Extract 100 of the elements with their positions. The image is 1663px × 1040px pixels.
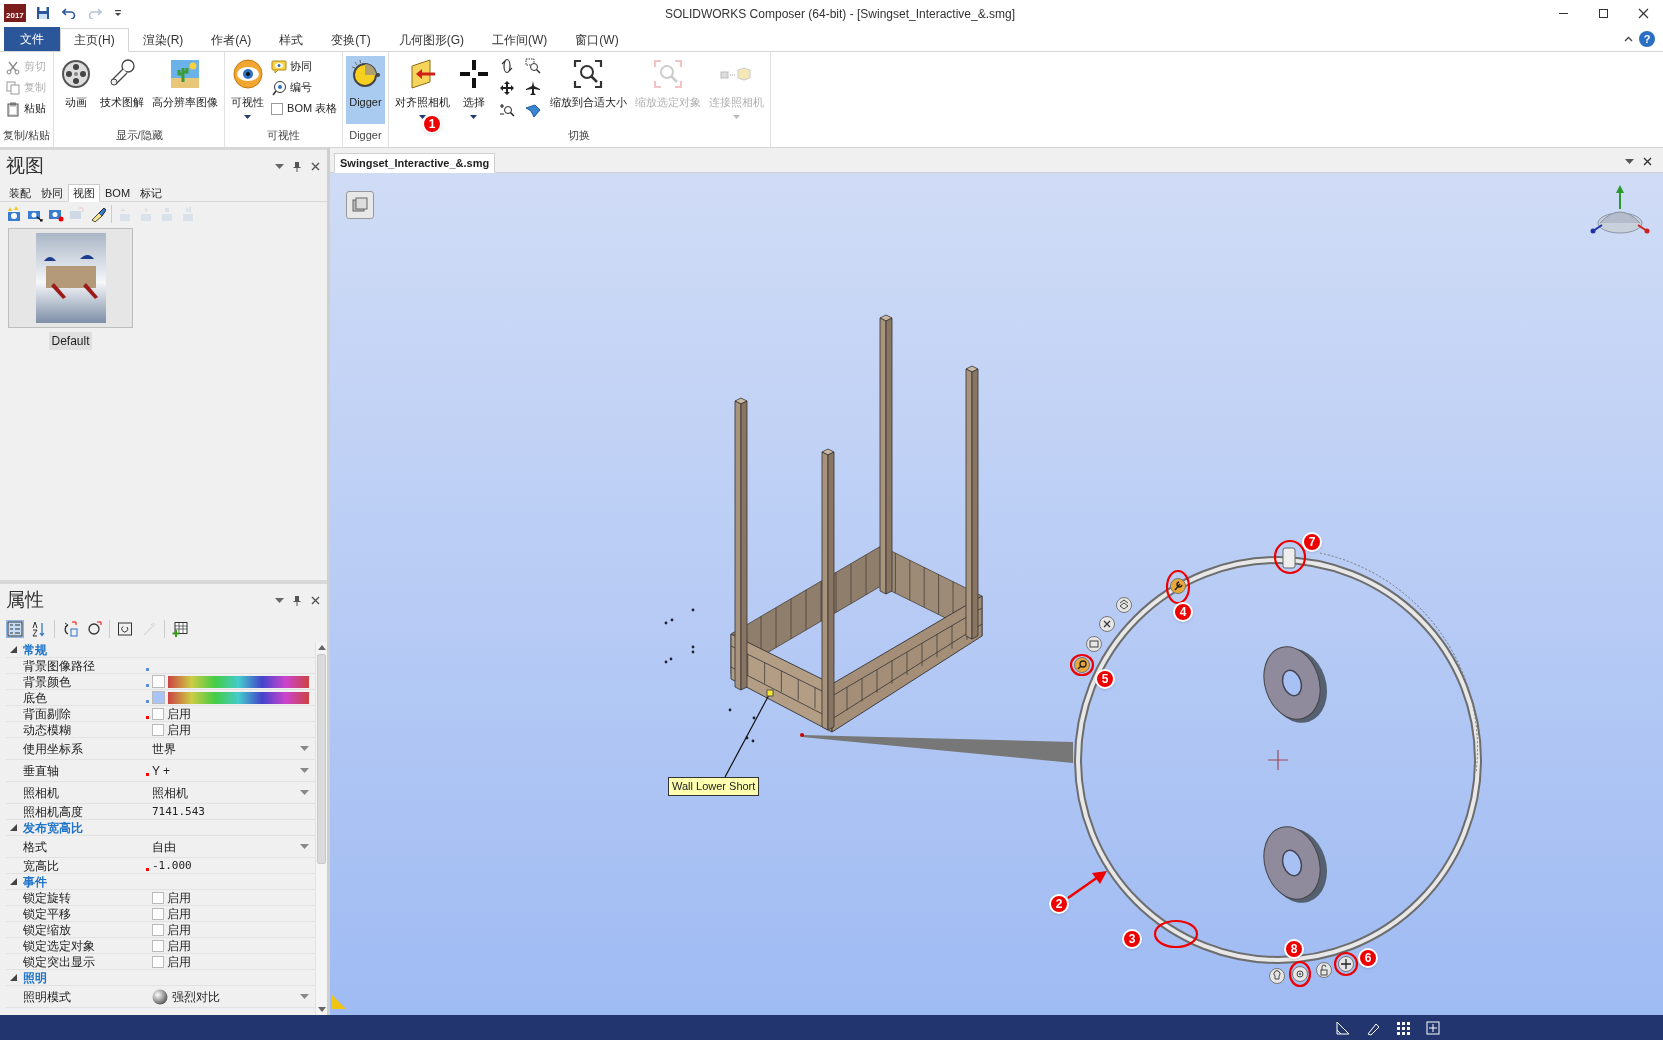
ribbon-tab[interactable]: 主页(H) — [60, 28, 129, 52]
wrench-button[interactable] — [1170, 578, 1186, 594]
panel-tab[interactable]: BOM — [100, 184, 136, 202]
dropdown-field[interactable]: 照相机 — [152, 782, 309, 803]
lock-button[interactable] — [1316, 962, 1332, 978]
checkbox-label: 启用 — [167, 939, 191, 952]
checkbox[interactable] — [152, 907, 164, 920]
landscape-image-icon — [169, 58, 202, 90]
color-swatch[interactable] — [152, 691, 165, 704]
close-button[interactable] — [1099, 616, 1115, 632]
toolbar-button[interactable] — [90, 206, 106, 222]
ribbon-tab[interactable]: 窗口(W) — [561, 28, 633, 52]
view-thumbnail[interactable] — [8, 228, 133, 328]
color-spectrum-bar[interactable] — [168, 691, 309, 704]
color-swatch[interactable] — [152, 675, 165, 688]
ribbon-button[interactable]: 高分辨率图像 — [149, 56, 222, 124]
expanded-triangle-icon[interactable] — [10, 824, 17, 831]
caret-icon — [244, 114, 252, 119]
checkbox[interactable] — [152, 955, 164, 968]
checkbox[interactable] — [152, 939, 164, 952]
checkbox-label: 启用 — [167, 707, 191, 720]
add-button[interactable] — [1338, 956, 1354, 972]
ribbon-tab[interactable]: 渲染(R) — [128, 28, 198, 52]
checkbox[interactable] — [152, 891, 164, 904]
copy-icon — [5, 79, 21, 96]
checkbox[interactable] — [271, 102, 284, 115]
pan-icon — [498, 80, 515, 96]
dropdown-field[interactable]: Y + — [152, 760, 309, 781]
checkbox-label: 启用 — [167, 891, 191, 904]
target-button[interactable] — [1292, 966, 1308, 982]
document-menu-button[interactable] — [1625, 156, 1635, 166]
checkbox[interactable] — [152, 923, 164, 936]
ribbon-tab[interactable]: 样式 — [265, 28, 318, 52]
ribbon-button[interactable]: 协同 — [269, 56, 340, 77]
panel-tab[interactable]: 协同 — [36, 184, 68, 202]
toolbar-button[interactable] — [522, 56, 543, 76]
panel-tab[interactable]: 标记 — [135, 184, 168, 202]
checkbox[interactable] — [152, 723, 164, 736]
caret-icon — [470, 114, 478, 119]
ribbon-button[interactable]: Digger — [346, 56, 385, 124]
panel-tab[interactable]: 视图 — [68, 184, 100, 202]
ribbon-tab[interactable]: 变换(T) — [317, 28, 385, 52]
ribbon-button[interactable]: 可视性 — [228, 56, 268, 124]
view-options-button[interactable] — [346, 191, 374, 219]
panel-menu-button[interactable] — [275, 161, 285, 171]
toolbar-button[interactable] — [171, 620, 189, 638]
part-label: Wall Lower Short — [668, 777, 760, 796]
chevron-up-icon — [1623, 36, 1633, 42]
color-spectrum-bar[interactable] — [168, 675, 309, 688]
caret-icon — [1625, 158, 1634, 164]
expanded-triangle-icon[interactable] — [10, 646, 17, 653]
caret-icon — [275, 163, 284, 169]
search-button[interactable] — [1074, 657, 1090, 673]
close-button[interactable] — [311, 595, 321, 605]
bulb-button[interactable] — [1269, 968, 1285, 984]
checkbox[interactable] — [152, 707, 164, 720]
toolbar-button[interactable] — [85, 620, 103, 638]
caret-icon — [113, 9, 122, 17]
panel-tab[interactable]: 装配 — [4, 184, 36, 202]
pin-button[interactable] — [293, 594, 303, 606]
ribbon-button[interactable]: 粘贴 — [3, 98, 48, 119]
ribbon-button[interactable]: 动画 — [57, 56, 96, 124]
ribbon-button[interactable]: 选择 — [454, 56, 493, 124]
dropdown-field[interactable]: 自由 — [152, 836, 309, 857]
close-button[interactable] — [311, 161, 321, 171]
scrollbar-thumb[interactable] — [317, 654, 326, 864]
dropdown-field[interactable]: 强烈对比 — [152, 986, 309, 1007]
section-title: 事件 — [23, 873, 47, 891]
ribbon-tab[interactable]: 文件 — [4, 27, 60, 51]
digger-ring[interactable] — [1074, 552, 1482, 964]
document-tab[interactable]: Swingset_Interactive_&.smg — [334, 153, 496, 173]
expanded-triangle-icon[interactable] — [10, 878, 17, 885]
expanded-triangle-icon[interactable] — [10, 974, 17, 981]
close-button[interactable] — [1643, 156, 1653, 166]
caret-icon — [732, 114, 740, 119]
dropdown-field[interactable]: 世界 — [152, 738, 309, 759]
step-badge: 8 — [1284, 939, 1304, 959]
ribbon-button[interactable]: 缩放到合适大小 — [546, 56, 630, 124]
caret-icon — [300, 790, 309, 795]
property-name: 使用坐标系 — [22, 742, 84, 755]
step-badge: 5 — [1095, 669, 1115, 689]
ribbon-tab[interactable]: 作者(A) — [197, 28, 266, 52]
ribbon-button[interactable]: 编号 — [269, 77, 340, 98]
layers-button[interactable] — [1116, 597, 1132, 613]
speech-bubble-icon — [271, 58, 288, 75]
ribbon-tab[interactable]: 工作间(W) — [478, 28, 562, 52]
pin-button[interactable] — [293, 160, 303, 172]
scroll-down-icon — [317, 1007, 326, 1012]
step-badge: 6 — [1358, 948, 1378, 968]
frame-button[interactable] — [1086, 636, 1102, 652]
checkbox-label: 启用 — [167, 907, 191, 920]
ribbon-button[interactable]: 技术图解 — [97, 56, 148, 124]
ring-handle[interactable] — [1282, 547, 1296, 569]
scroll-up-icon — [317, 645, 326, 650]
toolbar-button[interactable] — [116, 620, 134, 638]
panel-menu-button[interactable] — [275, 595, 285, 605]
ribbon-tab[interactable]: 几何图形(G) — [384, 28, 478, 52]
help-button[interactable]: ? — [1639, 31, 1655, 47]
scrollbar[interactable] — [315, 642, 327, 1015]
sphere-icon — [152, 988, 168, 1005]
